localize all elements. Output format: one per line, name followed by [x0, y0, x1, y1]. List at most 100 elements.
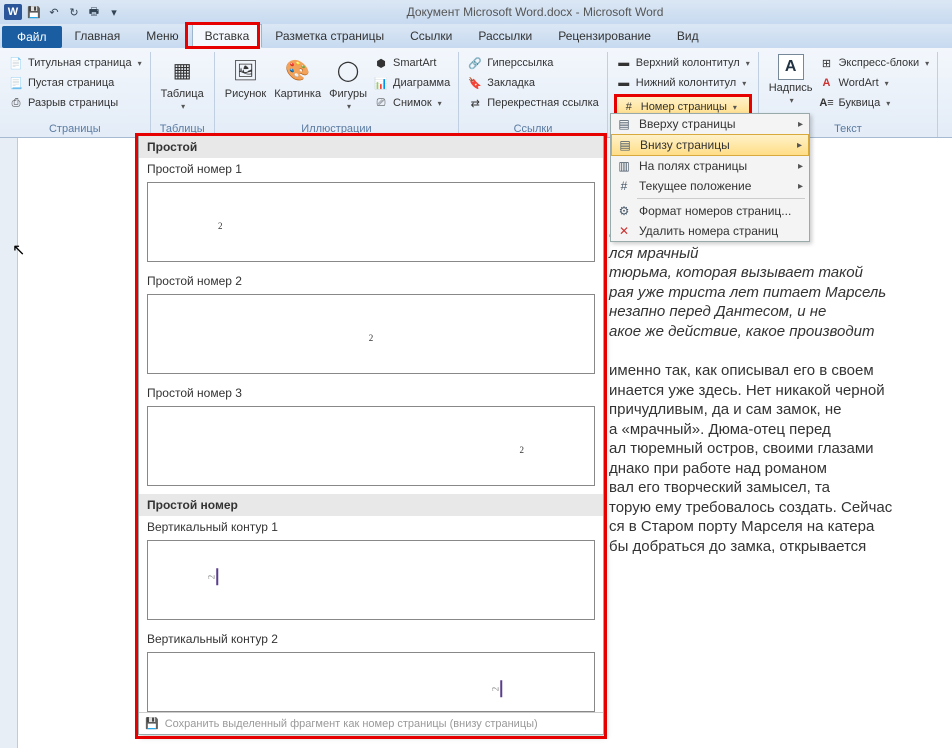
- doc-line: причудливым, да и сам замок, не: [609, 401, 841, 418]
- tab-menu[interactable]: Меню: [133, 24, 191, 48]
- hyperlink-label: Гиперссылка: [487, 57, 553, 69]
- clipart-icon: 🎨: [282, 54, 314, 86]
- wordart-button[interactable]: A WordArt ▾: [817, 74, 932, 92]
- chevron-down-icon: ▾: [925, 59, 929, 68]
- page-number-label: Номер страницы: [641, 101, 727, 113]
- chart-icon: 📊: [373, 75, 389, 91]
- menu-label: Текущее положение: [639, 179, 751, 193]
- menu-remove-page-numbers[interactable]: ✕Удалить номера страниц: [611, 221, 809, 241]
- qat-dropdown-icon[interactable]: ▾: [106, 4, 122, 20]
- vertical-ruler: [0, 138, 18, 748]
- gallery-save-selection[interactable]: 💾 Сохранить выделенный фрагмент как номе…: [139, 712, 603, 734]
- picture-button[interactable]: 🖼 Рисунок: [221, 52, 271, 123]
- sample-page-number: 2: [218, 221, 223, 231]
- chevron-down-icon: ▾: [733, 103, 737, 112]
- quickparts-button[interactable]: ⊞Экспресс-блоки▾: [817, 54, 932, 72]
- gallery-item-label: Простой номер 3: [139, 382, 603, 404]
- group-links: 🔗Гиперссылка 🔖 Закладка ⇄Перекрестная ссы…: [459, 52, 608, 137]
- picture-icon: 🖼: [229, 54, 261, 86]
- picture-label: Рисунок: [225, 88, 267, 100]
- clipart-label: Картинка: [274, 88, 321, 100]
- document-text[interactable]: и увидел в лся мрачный тюрьма, которая в…: [609, 224, 939, 556]
- chevron-down-icon: ▾: [438, 99, 442, 108]
- doc-line: тюрьма, которая вызывает такой: [609, 264, 863, 281]
- gallery-item-vertical-2[interactable]: 2: [147, 652, 595, 712]
- doc-line: а «мрачный». Дюма-отец перед: [609, 421, 831, 438]
- dropcap-label: Буквица: [839, 97, 881, 109]
- footer-button[interactable]: ▬Нижний колонтитул▾: [614, 74, 752, 92]
- menu-format-page-numbers[interactable]: ⚙Формат номеров страниц...: [611, 201, 809, 221]
- chart-button[interactable]: 📊Диаграмма: [371, 74, 452, 92]
- screenshot-button[interactable]: ⎚Снимок▾: [371, 94, 452, 112]
- gallery-item-vertical-1[interactable]: 2: [147, 540, 595, 620]
- shapes-button[interactable]: ◯Фигуры▾: [325, 52, 371, 123]
- tab-view[interactable]: Вид: [664, 24, 712, 48]
- clipart-button[interactable]: 🎨 Картинка: [270, 52, 325, 123]
- bookmark-icon: 🔖: [467, 75, 483, 91]
- page-number-menu: ▤Вверху страницы▸ ▤Внизу страницы▸ ▥На п…: [610, 113, 810, 242]
- chevron-down-icon: ▾: [885, 79, 889, 88]
- menu-bottom-of-page[interactable]: ▤Внизу страницы▸: [611, 134, 809, 156]
- tab-layout[interactable]: Разметка страницы: [262, 24, 397, 48]
- bookmark-button[interactable]: 🔖 Закладка: [465, 74, 601, 92]
- chevron-right-icon: ▸: [798, 161, 803, 172]
- header-icon: ▬: [616, 55, 632, 71]
- redo-icon[interactable]: ↻: [66, 4, 82, 20]
- menu-current-position[interactable]: # Текущее положение ▸: [611, 176, 809, 196]
- crossref-button[interactable]: ⇄Перекрестная ссылка: [465, 94, 601, 112]
- tab-mail[interactable]: Рассылки: [465, 24, 545, 48]
- chevron-right-icon: ▸: [797, 140, 802, 151]
- page-break-label: Разрыв страницы: [28, 97, 118, 109]
- page-margins-icon: ▥: [615, 159, 633, 173]
- hyperlink-button[interactable]: 🔗Гиперссылка: [465, 54, 601, 72]
- screenshot-label: Снимок: [393, 97, 432, 109]
- doc-line: ся в Старом порту Марселя на катера: [609, 518, 874, 535]
- menu-label: Внизу страницы: [640, 138, 730, 152]
- quickparts-icon: ⊞: [819, 55, 835, 71]
- table-button[interactable]: ▦Таблица▾: [157, 52, 208, 123]
- gallery-item-label: Вертикальный контур 1: [139, 516, 603, 538]
- header-button[interactable]: ▬Верхний колонтитул▾: [614, 54, 752, 72]
- chevron-down-icon: ▾: [746, 59, 750, 68]
- menu-top-of-page[interactable]: ▤Вверху страницы▸: [611, 114, 809, 134]
- table-icon: ▦: [166, 54, 198, 86]
- doc-line: незапно перед Дантесом, и не: [609, 303, 826, 320]
- gallery-item-simple-2[interactable]: 2: [147, 294, 595, 374]
- dropcap-button[interactable]: A≡ Буквица ▾: [817, 94, 932, 112]
- doc-line: торую ему требовалось создать. Сейчас: [609, 499, 892, 516]
- current-position-icon: #: [615, 179, 633, 193]
- chevron-right-icon: ▸: [798, 119, 803, 130]
- gallery-save-label: Сохранить выделенный фрагмент как номер …: [165, 718, 538, 730]
- smartart-button[interactable]: ⬢SmartArt: [371, 54, 452, 72]
- page-break-button[interactable]: ⎙Разрыв страницы: [6, 94, 144, 112]
- blank-page-button[interactable]: 📃Пустая страница: [6, 74, 144, 92]
- wordart-label: WordArt: [839, 77, 879, 89]
- blank-page-icon: 📃: [8, 75, 24, 91]
- save-icon[interactable]: 💾: [26, 4, 42, 20]
- sample-page-number: 2: [206, 569, 218, 586]
- gallery-item-simple-3[interactable]: 2: [147, 406, 595, 486]
- tab-home[interactable]: Главная: [62, 24, 134, 48]
- window-title: Документ Microsoft Word.docx - Microsoft…: [122, 5, 948, 19]
- gallery-item-label: Простой номер 1: [139, 158, 603, 180]
- tab-review[interactable]: Рецензирование: [545, 24, 664, 48]
- sample-page-number: 2: [369, 333, 374, 343]
- gallery-item-simple-1[interactable]: 2: [147, 182, 595, 262]
- bookmark-label: Закладка: [487, 77, 535, 89]
- wordart-icon: A: [819, 75, 835, 91]
- tab-insert[interactable]: Вставка: [192, 24, 263, 48]
- undo-icon[interactable]: ↶: [46, 4, 62, 20]
- chevron-down-icon: ▾: [790, 96, 794, 105]
- group-pages: 📄Титульная страница▾ 📃Пустая страница ⎙Р…: [0, 52, 151, 137]
- tab-file[interactable]: Файл: [2, 26, 62, 48]
- tab-refs[interactable]: Ссылки: [397, 24, 465, 48]
- menu-page-margins[interactable]: ▥На полях страницы▸: [611, 156, 809, 176]
- print-icon[interactable]: 🖶: [86, 4, 102, 20]
- dropcap-icon: A≡: [819, 95, 835, 111]
- doc-line: вал его творческий замысел, та: [609, 479, 830, 496]
- cover-page-button[interactable]: 📄Титульная страница▾: [6, 54, 144, 72]
- menu-label: Формат номеров страниц...: [639, 204, 791, 218]
- chevron-right-icon: ▸: [798, 181, 803, 192]
- chevron-down-icon: ▾: [886, 99, 890, 108]
- sample-page-number: 2: [490, 681, 502, 698]
